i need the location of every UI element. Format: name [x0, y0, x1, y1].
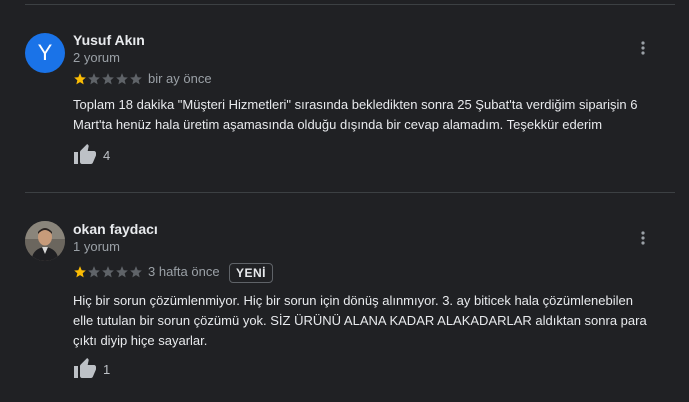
review-date: 3 hafta önce: [148, 264, 220, 279]
review-text: Toplam 18 dakika "Müşteri Hizmetleri" sı…: [73, 97, 638, 132]
avatar[interactable]: Y: [25, 33, 65, 73]
review-count: 1 yorum: [73, 239, 120, 254]
star-filled-icon: [74, 73, 86, 85]
star-empty-icon: [102, 266, 114, 278]
like-button[interactable]: [73, 357, 97, 381]
star-rating: [73, 265, 143, 279]
avatar-letter: Y: [37, 40, 53, 65]
star-rating: [73, 72, 143, 86]
new-badge: YENİ: [229, 263, 274, 283]
star-filled-icon: [74, 266, 86, 278]
like-count: 1: [103, 362, 111, 377]
star-empty-icon: [116, 266, 128, 278]
star-empty-icon: [102, 73, 114, 85]
review-count: 2 yorum: [73, 50, 120, 65]
like-button[interactable]: [73, 143, 97, 167]
star-empty-icon: [116, 73, 128, 85]
more-options-button[interactable]: [634, 229, 652, 247]
star-empty-icon: [88, 266, 100, 278]
avatar[interactable]: [25, 221, 65, 261]
thumbs-up-icon: [74, 144, 96, 164]
more-vert-icon: [641, 231, 645, 245]
review-text: Hiç bir sorun çözümlenmiyor. Hiç bir sor…: [73, 293, 647, 348]
thumbs-up-icon: [74, 358, 96, 378]
avatar-photo: [25, 221, 65, 261]
star-empty-icon: [130, 73, 142, 85]
reviewer-name[interactable]: okan faydacı: [73, 221, 158, 237]
divider-top: [25, 4, 675, 5]
star-empty-icon: [88, 73, 100, 85]
star-empty-icon: [130, 266, 142, 278]
divider-middle: [25, 192, 675, 193]
reviewer-name[interactable]: Yusuf Akın: [73, 32, 145, 48]
more-options-button[interactable]: [634, 39, 652, 57]
like-count: 4: [103, 148, 111, 163]
review-date: bir ay önce: [148, 71, 212, 86]
more-vert-icon: [641, 41, 645, 55]
